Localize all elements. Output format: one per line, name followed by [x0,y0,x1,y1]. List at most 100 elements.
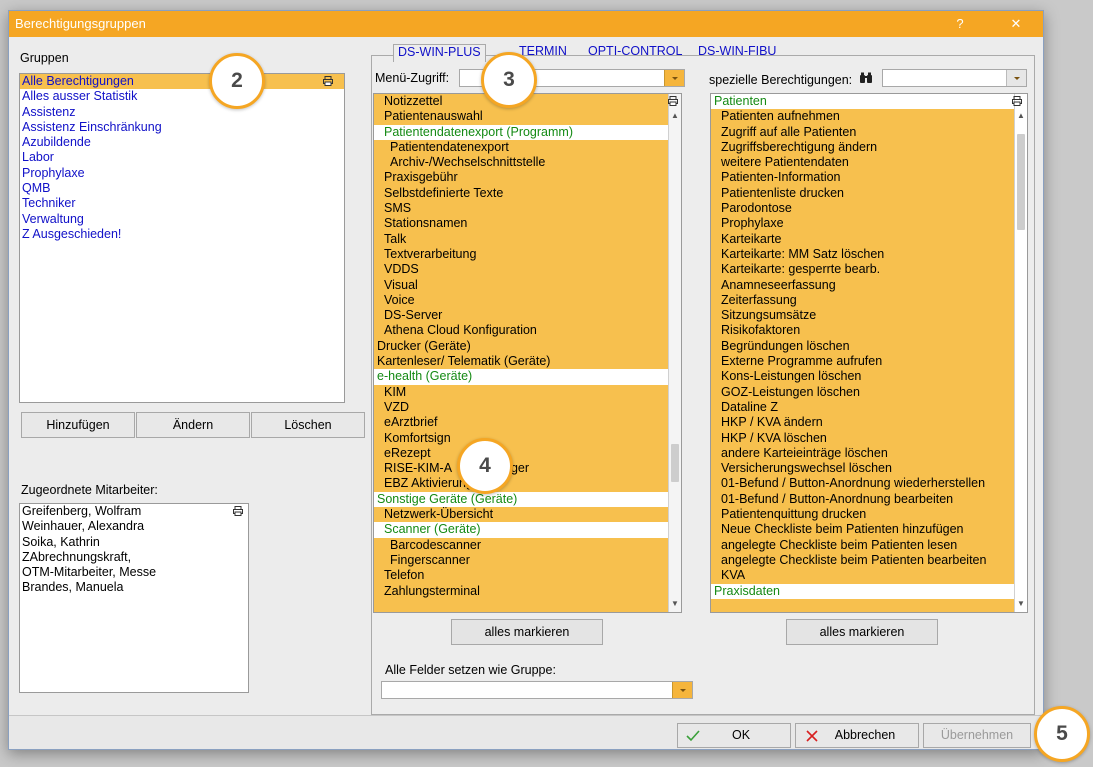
printer-icon[interactable] [233,506,243,516]
list-item[interactable]: Patienten [711,94,1027,110]
list-item[interactable]: Praxisgebühr [374,170,681,185]
list-item[interactable]: Netzwerk-Übersicht [374,507,681,522]
list-item[interactable]: Techniker [20,196,344,211]
list-item[interactable]: Patientenliste drucken [711,186,1027,201]
list-item[interactable]: SMS [374,201,681,216]
list-item[interactable]: Archiv-/Wechselschnittstelle [374,155,681,170]
list-item[interactable]: Komfortsign [374,431,681,446]
special-search-combo[interactable] [882,69,1027,87]
list-item[interactable]: Zahlungsterminal [374,584,681,599]
chevron-down-icon[interactable] [1006,70,1026,86]
list-item[interactable]: Zugriff auf alle Patienten [711,125,1027,140]
list-item[interactable]: Karteikarte [711,232,1027,247]
help-button[interactable]: ? [945,14,975,34]
add-group-button[interactable]: Hinzufügen [21,412,135,438]
list-item[interactable]: Talk [374,232,681,247]
scroll-up-icon[interactable]: ▲ [669,110,681,122]
list-item[interactable]: Begründungen löschen [711,339,1027,354]
list-item[interactable]: Weinhauer, Alexandra [20,519,248,534]
chevron-down-icon[interactable] [664,70,684,86]
list-item[interactable]: VDDS [374,262,681,277]
delete-group-button[interactable]: Löschen [251,412,365,438]
list-item[interactable]: e-health (Geräte) [374,369,681,385]
list-item[interactable]: QMB [20,181,344,196]
list-item[interactable]: VZD [374,400,681,415]
list-item[interactable]: Greifenberg, Wolfram [20,504,248,519]
list-item[interactable]: EBZ Aktivierung [374,476,681,491]
list-item[interactable]: angelegte Checkliste beim Patienten lese… [711,538,1027,553]
cancel-button[interactable]: Abbrechen [795,723,919,748]
list-item[interactable]: Azubildende [20,135,344,150]
printer-icon[interactable] [323,76,333,86]
list-item[interactable]: Patientenquittung drucken [711,507,1027,522]
employees-list[interactable]: Greifenberg, Wolfram Weinhauer, Alexandra… [19,503,249,693]
scroll-down-icon[interactable]: ▼ [669,598,681,610]
edit-group-button[interactable]: Ändern [136,412,250,438]
list-item[interactable]: HKP / KVA löschen [711,431,1027,446]
list-item[interactable]: Kartenleser/ Telematik (Geräte) [374,354,681,369]
list-item[interactable]: Externe Programme aufrufen [711,354,1027,369]
list-item[interactable]: ZAbrechnungskraft, [20,550,248,565]
list-item[interactable]: KVA [711,568,1027,583]
apply-button[interactable]: Übernehmen [923,723,1031,748]
menu-access-list[interactable]: Notizzettel Patientenauswahl Patientendate… [373,93,682,613]
scroll-thumb[interactable] [671,444,679,482]
list-item[interactable]: Praxisdaten [711,583,1027,599]
list-item[interactable]: Sonstige Geräte (Geräte) [374,491,681,508]
list-item[interactable]: Prophylaxe [711,216,1027,231]
list-item[interactable]: OTM-Mitarbeiter, Messe [20,565,248,580]
list-item[interactable]: Alles ausser Statistik [20,89,344,104]
list-item[interactable]: Karteikarte: MM Satz löschen [711,247,1027,262]
list-item[interactable]: Patienten aufnehmen [711,109,1027,124]
list-item[interactable]: Anamneseerfassung [711,278,1027,293]
list-item[interactable]: Drucker (Geräte) [374,339,681,354]
list-item[interactable]: Sitzungsumsätze [711,308,1027,323]
list-item[interactable]: Telefon [374,568,681,583]
list-item[interactable]: Barcodescanner [374,538,681,553]
list-item[interactable]: Versicherungswechsel löschen [711,461,1027,476]
list-item[interactable]: Alle Berechtigungen [20,74,344,90]
chevron-down-icon[interactable] [672,682,692,698]
list-item[interactable]: Fingerscanner [374,553,681,568]
list-item[interactable]: Patienten-Information [711,170,1027,185]
list-item[interactable]: andere Karteieinträge löschen [711,446,1027,461]
list-item[interactable]: GOZ-Leistungen löschen [711,385,1027,400]
list-item[interactable]: Patientendatenexport (Programm) [374,124,681,140]
list-item[interactable]: RISE-KIM-A nager [374,461,681,476]
list-item[interactable]: Brandes, Manuela [20,580,248,595]
list-item[interactable]: Verwaltung [20,212,344,227]
list-item[interactable]: 01-Befund / Button-Anordnung wiederherst… [711,476,1027,491]
list-item[interactable]: Labor [20,150,344,165]
list-item[interactable]: Selbstdefinierte Texte [374,186,681,201]
scroll-thumb[interactable] [1017,134,1025,230]
special-permissions-list[interactable]: Patienten Patienten aufnehmen Zugriff auf … [710,93,1028,613]
copy-group-combo[interactable] [381,681,693,699]
scroll-up-icon[interactable]: ▲ [1015,110,1027,122]
tab-dswin-plus[interactable]: DS-WIN-PLUS [393,44,486,62]
scroll-down-icon[interactable]: ▼ [1015,598,1027,610]
list-item[interactable]: Voice [374,293,681,308]
list-item[interactable]: Patientenauswahl [374,109,681,124]
list-item[interactable]: weitere Patientendaten [711,155,1027,170]
binoculars-icon[interactable] [859,72,873,84]
groups-list[interactable]: Alle Berechtigungen Alles ausser Statisti… [19,73,345,403]
tab-opti-control[interactable]: OPTI-CONTROL [588,44,682,62]
tab-dswin-fibu[interactable]: DS-WIN-FIBU [698,44,776,62]
list-item[interactable]: Prophylaxe [20,166,344,181]
list-item[interactable]: Risikofaktoren [711,323,1027,338]
list-item[interactable]: Parodontose [711,201,1027,216]
list-item[interactable]: Visual [374,278,681,293]
printer-icon[interactable] [668,96,678,106]
list-item[interactable]: Assistenz Einschränkung [20,120,344,135]
list-item[interactable]: angelegte Checkliste beim Patienten bear… [711,553,1027,568]
close-button[interactable]: ✕ [1001,14,1031,34]
list-item[interactable]: HKP / KVA ändern [711,415,1027,430]
list-item[interactable]: 01-Befund / Button-Anordnung bearbeiten [711,492,1027,507]
list-item[interactable]: Zugriffsberechtigung ändern [711,140,1027,155]
list-item[interactable]: Zeiterfassung [711,293,1027,308]
list-item[interactable]: Dataline Z [711,400,1027,415]
list-item[interactable]: KIM [374,385,681,400]
printer-icon[interactable] [1012,96,1022,106]
list-item[interactable]: Scanner (Geräte) [374,522,681,538]
menu-scrollbar[interactable]: ▲ ▼ [668,94,681,612]
